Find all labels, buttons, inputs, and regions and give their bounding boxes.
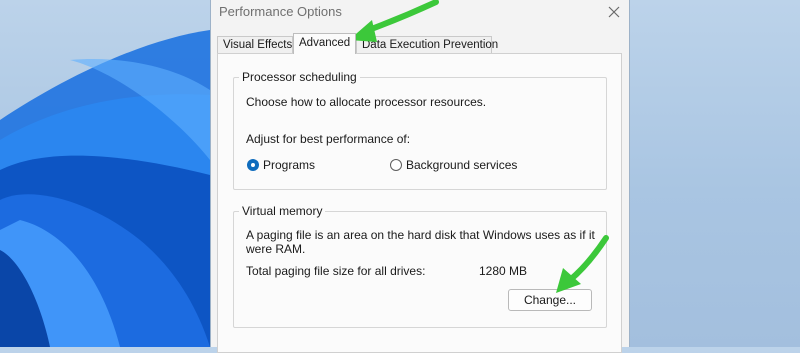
total-paging-label: Total paging file size for all drives: [246, 264, 426, 278]
processor-description: Choose how to allocate processor resourc… [246, 95, 487, 109]
close-icon[interactable] [603, 2, 625, 22]
adjust-performance-label: Adjust for best performance of: [246, 132, 411, 146]
radio-programs-indicator[interactable] [247, 159, 259, 171]
radio-background-services-label[interactable]: Background services [406, 158, 517, 172]
change-button[interactable]: Change... [508, 289, 592, 311]
performance-options-dialog: Performance Options Visual Effects Advan… [210, 0, 630, 353]
advanced-tab-panel: Processor scheduling Choose how to alloc… [217, 53, 622, 353]
radio-programs-label[interactable]: Programs [263, 158, 315, 172]
processor-scheduling-legend: Processor scheduling [242, 70, 357, 84]
virtual-memory-description-line2: were RAM. [246, 242, 306, 256]
processor-scheduling-group: Processor scheduling [233, 70, 607, 190]
virtual-memory-legend: Virtual memory [242, 204, 323, 218]
virtual-memory-description-line1: A paging file is an area on the hard dis… [246, 228, 595, 242]
window-title: Performance Options [219, 4, 342, 19]
radio-background-services-indicator[interactable] [390, 159, 402, 171]
tab-advanced[interactable]: Advanced [293, 33, 356, 54]
title-bar[interactable]: Performance Options [211, 0, 629, 26]
tab-visual-effects[interactable]: Visual Effects [217, 36, 293, 53]
total-paging-value: 1280 MB [479, 264, 528, 278]
tab-data-execution-prevention[interactable]: Data Execution Prevention [356, 36, 498, 53]
